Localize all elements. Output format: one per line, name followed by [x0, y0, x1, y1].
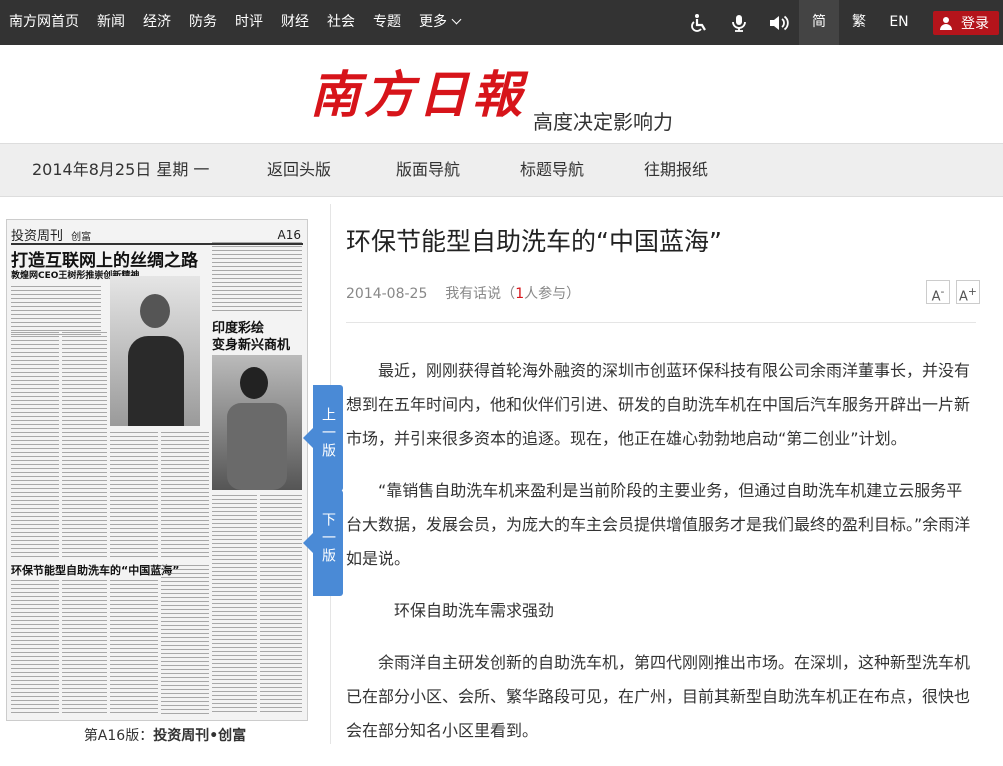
title-nav-link[interactable]: 标题导航	[520, 144, 584, 196]
text-block	[161, 565, 209, 715]
nav-economy[interactable]: 经济	[134, 0, 180, 45]
text-block	[212, 495, 257, 715]
nav-home[interactable]: 南方网首页	[0, 0, 88, 45]
login-button[interactable]: 登录	[933, 10, 999, 35]
article-title: 环保节能型自助洗车的“中国蓝海”	[346, 227, 722, 256]
chevron-down-icon	[451, 14, 462, 25]
nav-more[interactable]: 更多	[410, 0, 469, 45]
lang-english[interactable]: EN	[879, 0, 919, 45]
paper-headline-2-line1: 印度彩绘	[212, 321, 265, 336]
page-nav-link[interactable]: 版面导航	[396, 144, 460, 196]
portrait-photo	[110, 276, 200, 426]
article-subheading: 环保自助洗车需求强劲	[394, 601, 555, 620]
comment-label: 我有话说（	[445, 286, 516, 302]
back-to-front-page-link[interactable]: 返回头版	[267, 144, 331, 196]
lang-simplified[interactable]: 简	[799, 0, 839, 45]
prev-page-button[interactable]: 上一版	[303, 385, 343, 491]
nav-defense[interactable]: 防务	[180, 0, 226, 45]
article-date: 2014-08-25	[346, 286, 428, 302]
toolbar: 简 繁 EN 登录	[679, 0, 1003, 45]
logo[interactable]: 南方日報	[310, 65, 526, 125]
microphone-icon[interactable]	[719, 0, 759, 45]
edition-nav: 2014年8月25日 星期 一 返回头版 版面导航 标题导航 往期报纸	[0, 143, 1003, 197]
arrow-left-icon	[303, 428, 313, 448]
arrow-left-icon	[303, 533, 313, 553]
text-block	[62, 580, 107, 715]
text-block	[161, 432, 209, 557]
masthead: 南方日報 高度决定影响力	[0, 45, 1003, 143]
article-body: 最近，刚刚获得首轮海外融资的深圳市创蓝环保科技有限公司余雨洋董事长，并没有想到在…	[346, 354, 976, 766]
logo-text: 南方日報	[310, 65, 526, 124]
next-page-label: 下一版	[320, 512, 336, 566]
speaker-icon[interactable]	[759, 0, 799, 45]
font-increase-label: A	[959, 289, 968, 305]
user-icon	[940, 16, 952, 30]
page-caption: 第A16版：投资周刊•创富	[0, 725, 330, 745]
font-increase-button[interactable]: A+	[956, 280, 980, 304]
text-block	[11, 286, 101, 336]
paper-headline-3[interactable]: 环保节能型自助洗车的“中国蓝海”	[11, 562, 179, 578]
nav-news[interactable]: 新闻	[88, 0, 134, 45]
paper-headline-2-line2: 变身新兴商机	[212, 338, 291, 353]
nav-more-label: 更多	[419, 14, 447, 30]
nav-topics[interactable]: 专题	[364, 0, 410, 45]
slogan: 高度决定影响力	[533, 110, 673, 134]
page-caption-prefix: 第A16版：	[83, 728, 154, 744]
main-nav: 南方网首页 新闻 经济 防务 时评 财经 社会 专题 更多	[0, 0, 469, 45]
model-photo	[212, 355, 302, 490]
next-page-button[interactable]: 下一版	[303, 490, 343, 596]
page-caption-name: 投资周刊•创富	[153, 728, 247, 744]
newspaper-page-thumbnail[interactable]: 投资周刊 创富 A16 打造互联网上的丝绸之路 敦煌网CEO王树彤推崇创新精神 …	[6, 219, 308, 721]
page-preview-panel: 投资周刊 创富 A16 打造互联网上的丝绸之路 敦煌网CEO王树彤推崇创新精神 …	[0, 204, 331, 744]
nav-finance[interactable]: 财经	[272, 0, 318, 45]
divider	[346, 322, 976, 323]
font-decrease-button[interactable]: A-	[926, 280, 950, 304]
nav-commentary[interactable]: 时评	[226, 0, 272, 45]
edition-date: 2014年8月25日 星期 一	[32, 160, 210, 179]
article-paragraph: “靠销售自助洗车机来盈利是当前阶段的主要业务，但通过自助洗车机建立云服务平台大数…	[346, 481, 971, 568]
article-paragraph: 最近，刚刚获得首轮海外融资的深圳市创蓝环保科技有限公司余雨洋董事长，并没有想到在…	[346, 361, 971, 448]
nav-society[interactable]: 社会	[318, 0, 364, 45]
text-block	[212, 242, 302, 314]
top-nav-bar: 南方网首页 新闻 经济 防务 时评 财经 社会 专题 更多 简 繁 EN 登录	[0, 0, 1003, 45]
text-block	[110, 432, 158, 557]
paper-page-number: A16	[277, 228, 301, 242]
lang-traditional[interactable]: 繁	[839, 0, 879, 45]
login-label: 登录	[961, 15, 989, 32]
paper-column: 投资周刊	[11, 229, 64, 244]
paper-headline-2[interactable]: 印度彩绘 变身新兴商机	[212, 320, 290, 354]
paper-column-sub: 创富	[71, 232, 92, 243]
past-issues-link[interactable]: 往期报纸	[644, 144, 708, 196]
comment-link[interactable]: 我有话说（1人参与）	[445, 286, 580, 302]
text-block	[260, 495, 302, 715]
comment-suffix: 人参与）	[524, 286, 581, 302]
text-block	[62, 332, 107, 557]
text-block	[11, 580, 59, 715]
text-block	[110, 580, 158, 715]
text-block	[11, 332, 59, 557]
prev-page-label: 上一版	[320, 407, 336, 461]
accessibility-icon[interactable]	[679, 0, 719, 45]
comment-count: 1	[515, 286, 525, 302]
article-meta: 2014-08-25 我有话说（1人参与）	[346, 283, 580, 303]
article-paragraph: 余雨洋自主研发创新的自助洗车机，第四代刚刚推出市场。在深圳，这种新型洗车机已在部…	[346, 653, 971, 740]
